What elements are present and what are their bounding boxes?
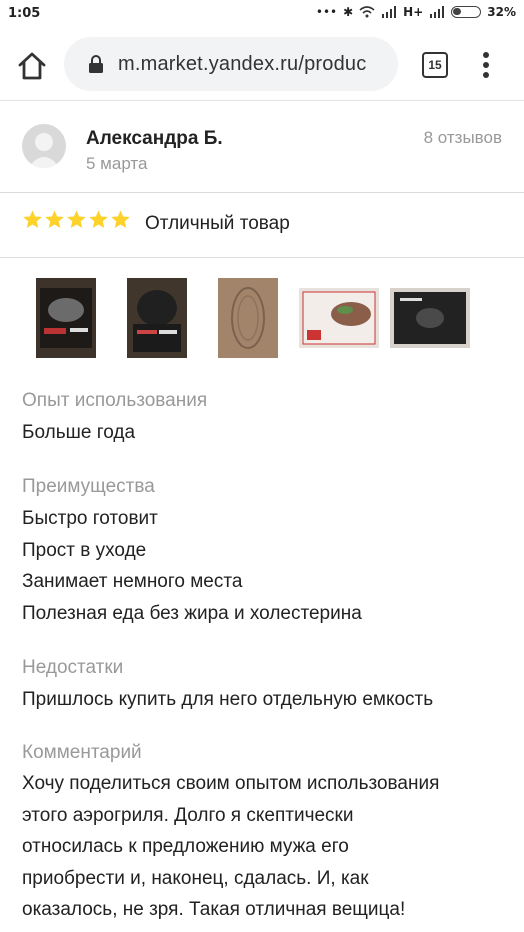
author-reviews-count[interactable]: 8 отзывов xyxy=(424,128,502,148)
battery-percent: 32% xyxy=(487,5,516,19)
status-bar: 1:05 ••• ✱ H+ 32% xyxy=(0,0,524,28)
network-type: H+ xyxy=(403,5,424,19)
review-photo-5[interactable] xyxy=(390,288,470,348)
url-text: m.market.yandex.ru/produc xyxy=(118,52,367,75)
star-icon xyxy=(67,210,86,228)
home-icon[interactable] xyxy=(14,48,50,84)
lock-icon xyxy=(89,55,103,73)
pros-item: Полезная еда без жира и холестерина xyxy=(22,603,362,624)
address-bar[interactable]: m.market.yandex.ru/produc xyxy=(64,37,398,91)
star-icon xyxy=(89,210,108,228)
review-photos xyxy=(0,278,524,360)
more-vert-icon[interactable] xyxy=(481,50,491,80)
battery-icon xyxy=(451,6,482,18)
status-time: 1:05 xyxy=(8,6,41,21)
review-verdict: Отличный товар xyxy=(145,213,290,234)
signal-icon xyxy=(382,6,397,18)
avatar[interactable] xyxy=(22,124,66,168)
signal-icon-2 xyxy=(430,6,445,18)
review-photo-1[interactable] xyxy=(36,278,96,358)
rating-row: Отличный товар xyxy=(0,193,524,258)
experience-label: Опыт использования xyxy=(22,390,208,411)
experience-value: Больше года xyxy=(22,422,136,443)
cons-label: Недостатки xyxy=(22,657,124,678)
review-date: 5 марта xyxy=(86,154,148,173)
comment-line: приобрести и, наконец, сдалась. И, как xyxy=(22,867,369,889)
tab-switcher-button[interactable]: 15 xyxy=(422,52,448,78)
review-photo-3[interactable] xyxy=(218,278,278,358)
comment-line: оказалось, не зря. Такая отличная вещица… xyxy=(22,899,406,920)
review-photo-2[interactable] xyxy=(127,278,187,358)
pros-item: Занимает немного места xyxy=(22,571,243,592)
cons-value: Пришлось купить для него отдельную емкос… xyxy=(22,689,434,710)
star-icon xyxy=(45,210,64,228)
author-name[interactable]: Александра Б. xyxy=(86,128,223,150)
comment-line: этого аэрогриля. Долго я скептически xyxy=(22,804,354,826)
pros-item: Прост в уходе xyxy=(22,540,147,561)
wifi-icon xyxy=(359,6,375,18)
pros-item: Быстро готовит xyxy=(22,508,158,529)
review-header: Александра Б. 5 марта 8 отзывов xyxy=(0,102,524,193)
browser-toolbar: m.market.yandex.ru/produc 15 xyxy=(0,28,524,101)
status-icons: ••• ✱ H+ 32% xyxy=(316,5,516,19)
pros-label: Преимущества xyxy=(22,476,155,497)
comment-line: относилась к предложению мужа его xyxy=(22,836,349,857)
star-icon xyxy=(111,210,130,228)
user-placeholder-icon xyxy=(28,133,60,168)
review-photo-4[interactable] xyxy=(299,288,379,348)
bluetooth-icon: ✱ xyxy=(343,5,354,19)
dots-icon: ••• xyxy=(315,5,338,19)
star-rating xyxy=(22,209,131,230)
comment-line: Хочу поделиться своим опытом использован… xyxy=(22,773,440,794)
comment-text: Хочу поделиться своим опытом использован… xyxy=(22,768,512,926)
star-icon xyxy=(23,210,42,228)
comment-label: Комментарий xyxy=(22,742,142,763)
